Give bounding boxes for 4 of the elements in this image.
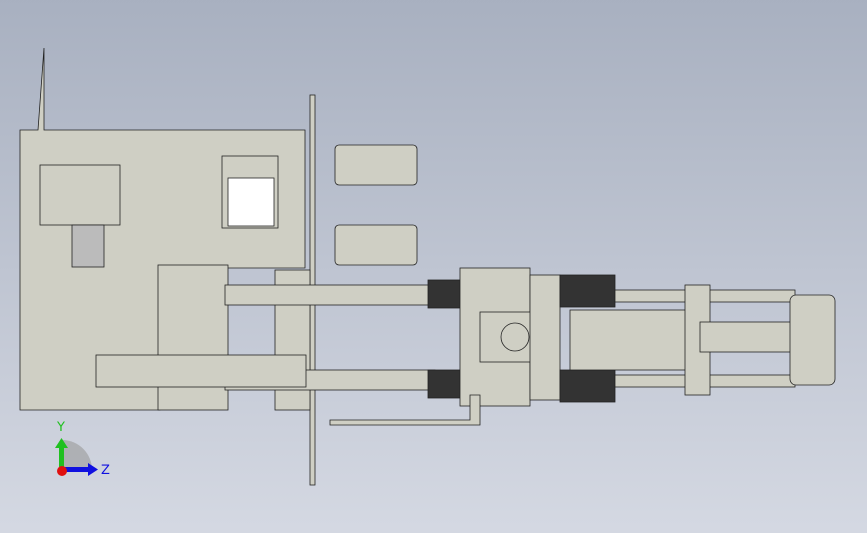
- axis-label: Z: [101, 463, 110, 478]
- z-axis-arrow-icon: [64, 463, 98, 476]
- axis-label: Y: [57, 420, 65, 435]
- origin-icon: [57, 466, 67, 476]
